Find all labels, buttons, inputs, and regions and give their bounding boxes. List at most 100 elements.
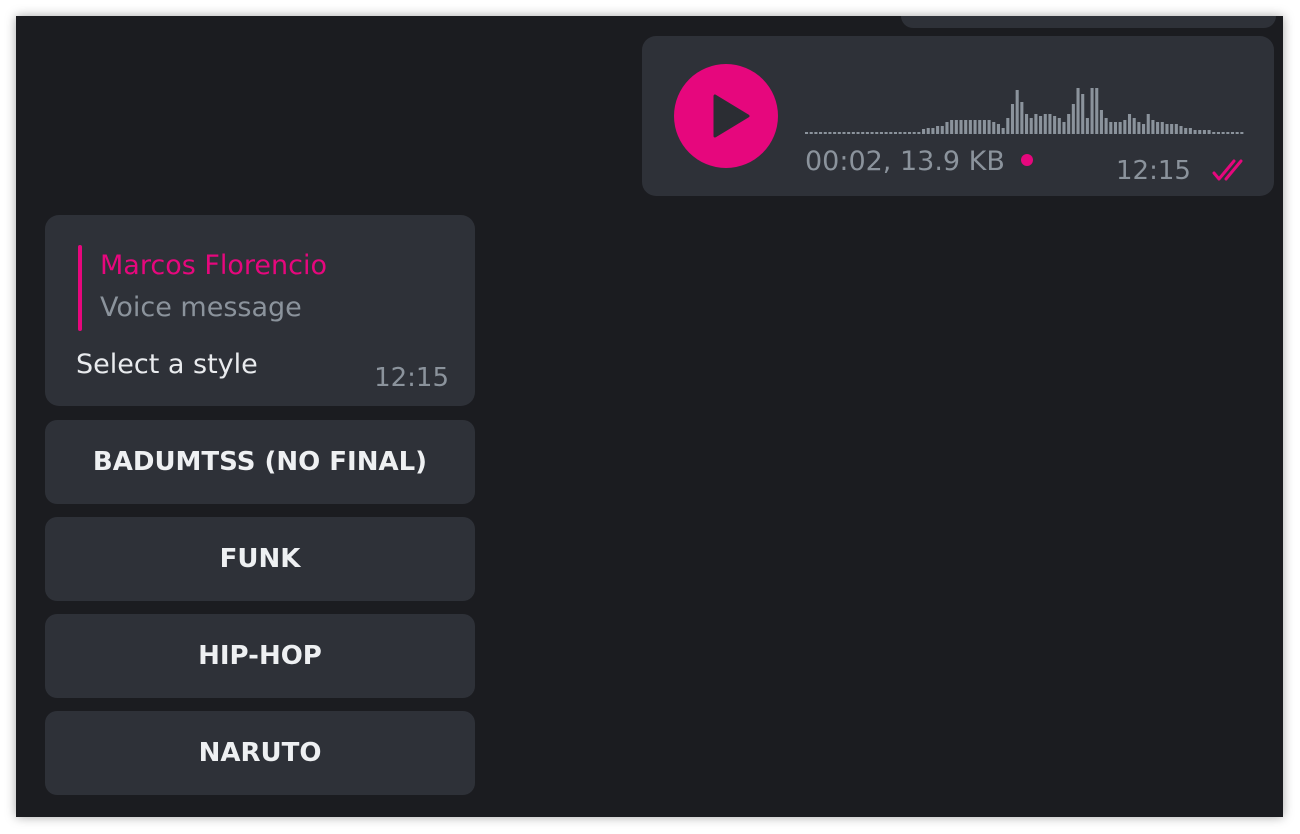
waveform-bar xyxy=(968,120,972,134)
waveform-bar xyxy=(875,132,879,134)
unplayed-dot xyxy=(1020,154,1033,166)
waveform-bar xyxy=(996,124,1000,134)
waveform-bar xyxy=(973,120,977,134)
waveform-bar xyxy=(1034,114,1038,134)
waveform-bar xyxy=(828,132,832,134)
waveform-bar xyxy=(1226,132,1230,134)
waveform-bar xyxy=(1174,124,1178,134)
waveform-bar xyxy=(1071,104,1075,134)
waveform-bar xyxy=(964,120,968,134)
waveform-bar xyxy=(823,132,827,134)
waveform-bar xyxy=(1043,114,1047,134)
message-time: 12:15 xyxy=(374,363,449,393)
waveform-bar xyxy=(851,132,855,134)
waveform-bar xyxy=(1179,126,1183,134)
keyboard-button-badumtss[interactable]: BADUMTSS (NO FINAL) xyxy=(45,420,475,504)
waveform-bar xyxy=(1029,118,1033,134)
waveform-bar xyxy=(945,122,949,134)
incoming-message: Marcos Florencio Voice message Select a … xyxy=(45,215,475,406)
waveform-bar xyxy=(978,120,982,134)
keyboard-button-funk[interactable]: FUNK xyxy=(45,517,475,601)
waveform-bar xyxy=(954,120,958,134)
waveform-bar xyxy=(1081,94,1085,134)
waveform-bar xyxy=(936,126,940,134)
waveform-bar xyxy=(959,120,963,134)
play-button[interactable] xyxy=(674,64,778,168)
waveform-bar xyxy=(931,128,935,134)
waveform-bar xyxy=(1010,104,1015,134)
waveform-bar xyxy=(982,120,986,134)
waveform-bar xyxy=(1020,102,1024,134)
waveform-bar xyxy=(1067,114,1071,134)
waveform-bar xyxy=(1184,128,1188,134)
waveform-bar xyxy=(950,120,954,134)
previous-message-bubble xyxy=(901,16,1276,28)
waveform-bar xyxy=(833,132,837,134)
waveform-bar xyxy=(1202,130,1206,134)
waveform-bar xyxy=(814,132,818,134)
waveform-bar xyxy=(1221,132,1225,134)
waveform-bar xyxy=(1188,128,1192,134)
message-text: Select a style xyxy=(76,349,258,380)
waveform-bar xyxy=(1132,118,1136,134)
waveform-bar xyxy=(992,122,996,134)
waveform-bar xyxy=(922,129,926,134)
waveform-bar xyxy=(1095,88,1099,134)
voice-waveform[interactable] xyxy=(805,86,1245,136)
waveform-bar xyxy=(1109,122,1113,134)
waveform-bar xyxy=(1015,90,1019,134)
waveform-bar xyxy=(1048,114,1052,134)
waveform-bar xyxy=(1113,122,1118,134)
chat-window: 00:02, 13.9 KB 12:15 Marcos Florencio Vo… xyxy=(16,16,1283,817)
waveform-bar xyxy=(1198,130,1202,134)
waveform-bar xyxy=(1053,116,1057,134)
waveform-bar xyxy=(856,132,860,134)
waveform-bar xyxy=(893,132,898,134)
waveform-bar xyxy=(1090,88,1094,134)
waveform-bar xyxy=(884,132,888,134)
waveform-bar xyxy=(865,132,869,134)
waveform-bar xyxy=(1123,120,1127,134)
voice-meta: 00:02, 13.9 KB xyxy=(805,146,1033,177)
double-check-icon xyxy=(1212,159,1243,181)
waveform-bar xyxy=(1099,110,1103,134)
waveform-bar xyxy=(1085,118,1089,134)
waveform-bar xyxy=(1057,118,1061,134)
reply-quote-bar xyxy=(78,245,82,331)
waveform-bar xyxy=(1146,114,1150,134)
waveform-bar xyxy=(1142,124,1146,134)
waveform-bar xyxy=(1207,130,1211,134)
waveform-bar xyxy=(898,132,902,134)
message-time: 12:15 xyxy=(1116,156,1191,186)
waveform-bar xyxy=(907,132,912,134)
waveform-bar xyxy=(847,132,851,134)
waveform-bar xyxy=(870,132,874,134)
keyboard-button-naruto[interactable]: NARUTO xyxy=(45,711,475,795)
reply-preview[interactable]: Voice message xyxy=(100,292,302,323)
waveform-bar xyxy=(861,132,865,134)
waveform-bar xyxy=(912,132,916,134)
waveform-bar xyxy=(1127,114,1132,134)
waveform-bar xyxy=(1001,128,1005,134)
waveform-bar xyxy=(1230,132,1235,134)
waveform-bar xyxy=(809,132,813,134)
waveform-bar xyxy=(987,120,991,134)
waveform-bar xyxy=(879,132,883,134)
waveform-bar xyxy=(819,132,823,134)
reply-author[interactable]: Marcos Florencio xyxy=(100,250,327,281)
waveform-bar xyxy=(903,132,907,134)
waveform-bar xyxy=(1025,114,1029,134)
waveform-bar xyxy=(1076,88,1080,134)
waveform-bar xyxy=(1006,118,1010,134)
waveform-bar xyxy=(1118,122,1122,134)
waveform-bar xyxy=(1216,132,1220,134)
waveform-bar xyxy=(805,132,809,134)
waveform-bar xyxy=(1235,132,1239,134)
waveform-bar xyxy=(889,132,893,134)
waveform-bar xyxy=(1240,132,1244,134)
keyboard-button-hip-hop[interactable]: HIP-HOP xyxy=(45,614,475,698)
waveform-bar xyxy=(1151,120,1155,134)
waveform-bar xyxy=(1156,122,1160,134)
play-icon xyxy=(713,94,750,138)
waveform-bar xyxy=(1165,124,1169,134)
